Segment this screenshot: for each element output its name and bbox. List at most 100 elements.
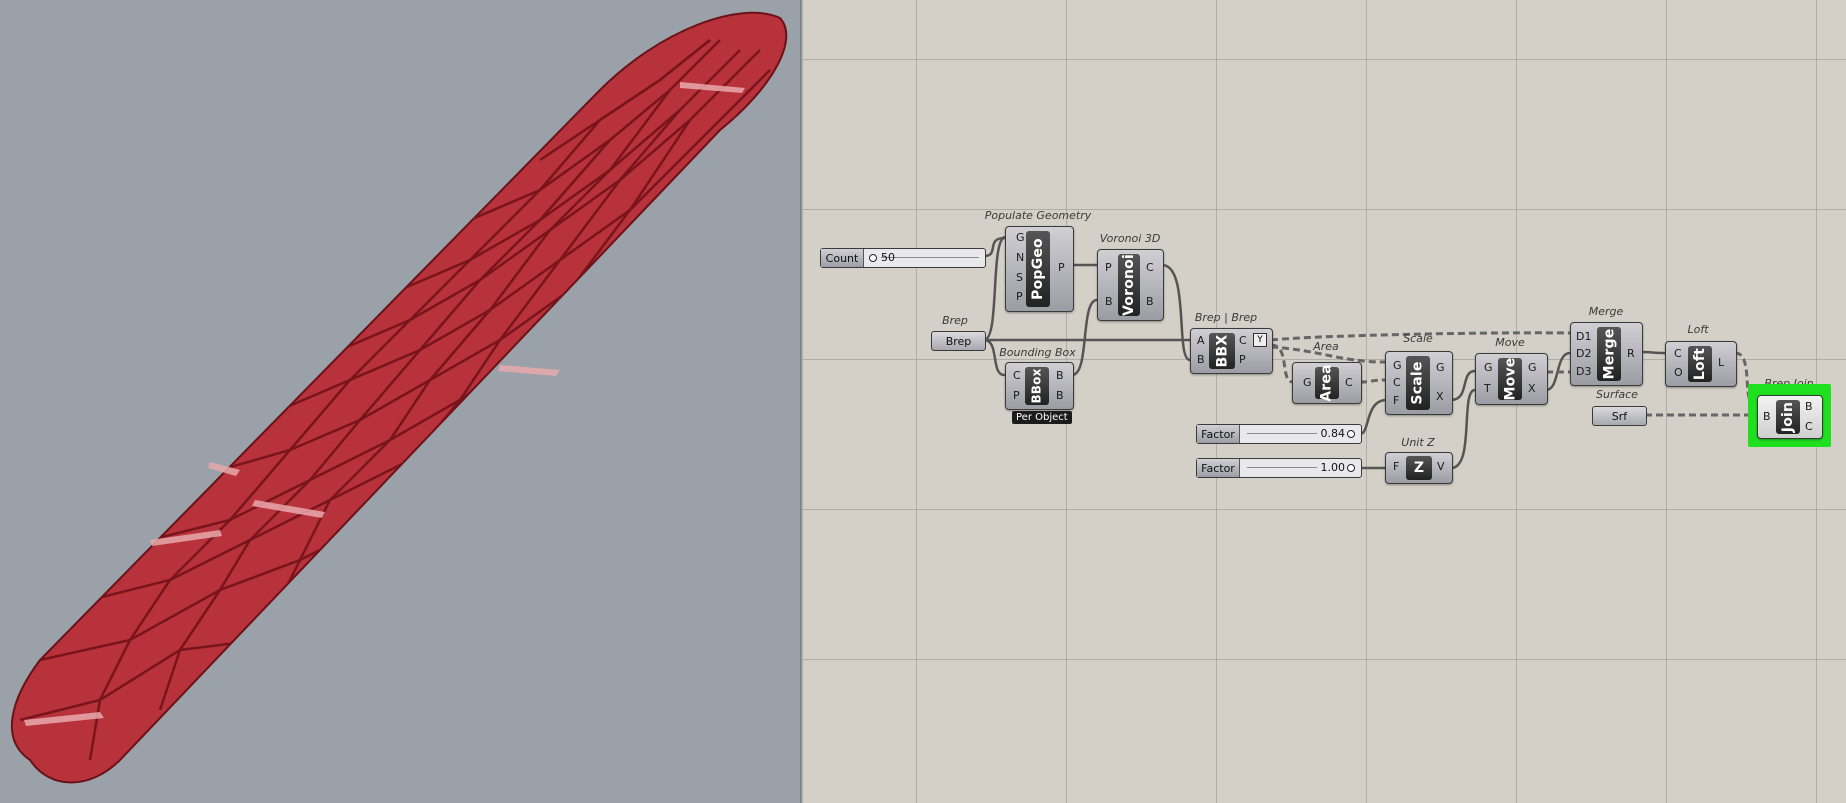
rhino-viewport[interactable] [0,0,800,803]
merge-input-d1[interactable]: D1 [1576,331,1591,343]
move-component[interactable]: G T Move G X [1475,353,1548,405]
brepjoin-component[interactable]: B Join B C [1757,395,1823,439]
popgeo-core-label: PopGeo [1030,238,1046,300]
bbox-input-p[interactable]: P [1013,390,1020,402]
merge-core-label: Merge [1601,328,1618,380]
brepbrep-title: Brep | Brep [1194,311,1258,324]
bbox-output-b2[interactable]: B [1056,390,1064,402]
factor-slider-2-knob[interactable] [1347,464,1355,472]
scale-input-f[interactable]: F [1393,395,1399,407]
surface-param-title: Surface [1596,388,1638,401]
count-slider-knob[interactable] [869,254,877,262]
brepbrep-core: BBX [1209,333,1235,369]
brepjoin-core: Join [1776,400,1800,434]
voronoi-input-p[interactable]: P [1105,262,1112,274]
factor-slider-2[interactable]: Factor 1.00 [1196,458,1362,478]
scale-input-c[interactable]: C [1393,377,1401,389]
popgeo-input-g[interactable]: G [1016,232,1025,244]
voronoi-input-b[interactable]: B [1105,296,1113,308]
popgeo-core: PopGeo [1026,231,1050,307]
brepbrep-input-a[interactable]: A [1197,335,1205,347]
unitz-core: Z [1406,456,1432,480]
brepbrep-output-c[interactable]: C [1239,335,1247,347]
unitz-component[interactable]: F Z V [1385,452,1453,484]
merge-input-d2[interactable]: D2 [1576,348,1591,360]
bbox-output-b1[interactable]: B [1056,370,1064,382]
scale-output-x[interactable]: X [1436,391,1444,403]
count-slider[interactable]: Count 50 [820,248,986,268]
unitz-title: Unit Z [1401,436,1435,449]
bbox-core-label: BBox [1030,368,1045,404]
popgeo-component[interactable]: G N S P PopGeo P [1005,226,1074,312]
bbox-core: BBox [1025,367,1049,405]
unitz-output-v[interactable]: V [1437,461,1445,473]
scale-output-g[interactable]: G [1436,362,1445,374]
popgeo-output-p[interactable]: P [1058,262,1065,274]
bbox-title: Bounding Box [999,346,1076,359]
area-input-g[interactable]: G [1303,377,1312,389]
voronoi-core-label: Voronoi [1121,254,1137,316]
move-output-g[interactable]: G [1528,362,1537,374]
move-core-label: Move [1502,357,1519,401]
loft-input-o[interactable]: O [1674,367,1683,379]
move-output-x[interactable]: X [1528,383,1536,395]
scale-input-g[interactable]: G [1393,360,1402,372]
popgeo-input-p[interactable]: P [1016,291,1023,303]
factor-slider-1-label: Factor [1197,425,1240,443]
brepjoin-core-label: Join [1780,401,1796,433]
loft-component[interactable]: C O Loft L [1665,341,1737,387]
brep-param[interactable]: Brep [931,331,986,351]
move-title: Move [1495,336,1525,349]
loft-core: Loft [1688,346,1712,382]
area-title: Area [1313,340,1339,353]
factor-slider-1-track [1247,433,1317,434]
brepbrep-component[interactable]: A B BBX C P Y [1190,328,1273,374]
surface-param[interactable]: Srf [1592,406,1647,426]
brepjoin-output-c[interactable]: C [1805,421,1813,433]
move-input-g[interactable]: G [1484,362,1493,374]
scale-core-label: Scale [1410,361,1426,405]
voronoi-shell-model [10,11,788,784]
count-slider-label: Count [821,249,864,267]
brepbrep-flag-toggle[interactable]: Y [1253,333,1267,347]
count-slider-track [881,257,979,258]
factor-slider-2-label: Factor [1197,459,1240,477]
bbox-component[interactable]: C P BBox B B [1005,362,1074,410]
loft-input-c[interactable]: C [1674,348,1682,360]
unitz-input-f[interactable]: F [1393,461,1399,473]
voronoi-core: Voronoi [1118,254,1140,316]
brepjoin-input-b[interactable]: B [1763,411,1771,423]
factor-slider-1[interactable]: Factor 0.84 [1196,424,1362,444]
factor-slider-1-value: 0.84 [1320,427,1346,440]
brepjoin-output-b[interactable]: B [1805,401,1813,413]
move-input-t[interactable]: T [1484,383,1491,395]
popgeo-input-s[interactable]: S [1016,272,1023,284]
brepbrep-input-b[interactable]: B [1197,354,1205,366]
voronoi-component[interactable]: P B Voronoi C B [1097,249,1164,321]
merge-output-r[interactable]: R [1627,348,1635,360]
area-core-label: Area [1319,364,1336,402]
factor-slider-2-value: 1.00 [1320,461,1346,474]
loft-title: Loft [1687,323,1709,336]
merge-input-d3[interactable]: D3 [1576,366,1591,378]
voronoi-title: Voronoi 3D [1099,232,1161,245]
scale-component[interactable]: G C F Scale G X [1385,351,1453,415]
merge-component[interactable]: D1 D2 D3 Merge R [1570,322,1643,386]
factor-slider-1-knob[interactable] [1347,430,1355,438]
voronoi-output-c[interactable]: C [1146,262,1154,274]
popgeo-input-n[interactable]: N [1016,252,1024,264]
bbox-input-c[interactable]: C [1013,370,1021,382]
voronoi-output-b[interactable]: B [1146,296,1154,308]
loft-output-l[interactable]: L [1718,357,1724,369]
merge-title: Merge [1588,305,1624,318]
area-component[interactable]: G Area C [1292,362,1362,404]
unitz-core-label: Z [1413,460,1425,476]
move-core: Move [1498,358,1522,400]
count-slider-value: 50 [881,251,895,264]
factor-slider-2-track [1247,467,1317,468]
per-object-tag: Per Object [1012,411,1072,424]
area-output-c[interactable]: C [1345,377,1353,389]
brepbrep-core-label: BBX [1214,334,1230,368]
popgeo-title: Populate Geometry [984,209,1092,222]
brepbrep-output-p[interactable]: P [1239,354,1246,366]
